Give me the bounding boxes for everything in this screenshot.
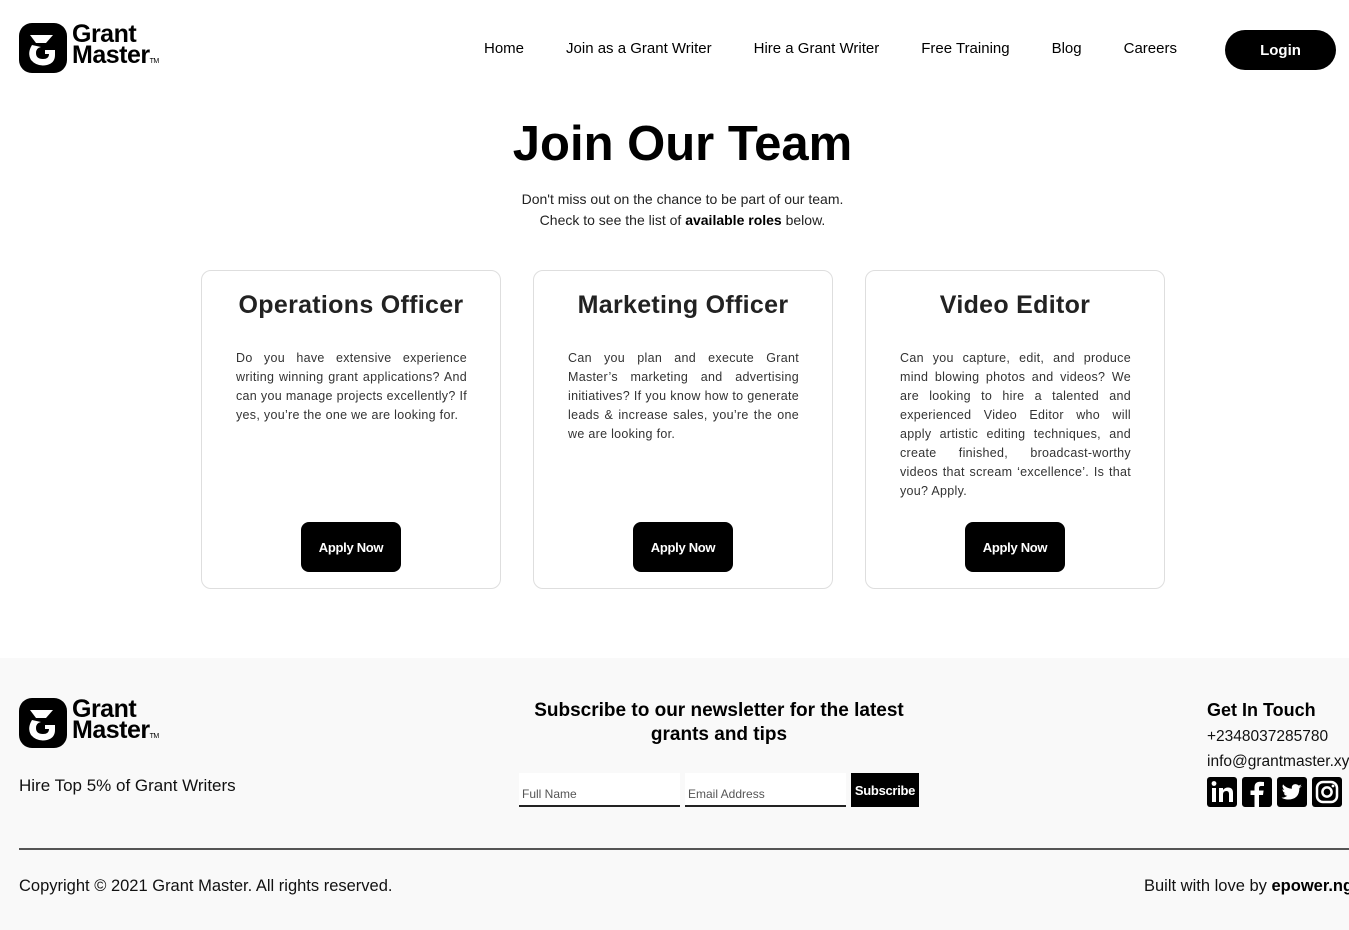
site-header: Grant MasterTM Home Join as a Grant Writ… — [0, 0, 1349, 100]
epower-link[interactable]: epower.ng — [1271, 877, 1349, 895]
footer-tagline: Hire Top 5% of Grant Writers — [19, 776, 236, 795]
header-logo[interactable]: Grant MasterTM — [19, 22, 160, 73]
get-in-touch-heading: Get In Touch — [1207, 700, 1316, 720]
nav-free-training[interactable]: Free Training — [921, 40, 1009, 57]
email-address-input[interactable] — [685, 773, 846, 807]
site-footer: Grant MasterTM Hire Top 5% of Grant Writ… — [0, 658, 1349, 930]
nav-home[interactable]: Home — [484, 40, 524, 57]
nav-hire-writer[interactable]: Hire a Grant Writer — [754, 40, 880, 57]
linkedin-icon[interactable] — [1207, 777, 1237, 807]
role-title: Operations Officer — [238, 291, 464, 319]
newsletter-title: Subscribe to our newsletter for the late… — [534, 700, 904, 745]
copyright-text: Copyright © 2021 Grant Master. All right… — [19, 877, 393, 895]
brand-tm: TM — [149, 58, 160, 65]
grant-master-logo-icon — [19, 698, 67, 748]
brand-wordmark: Grant MasterTM — [72, 695, 159, 744]
social-links — [1207, 777, 1347, 807]
role-card-operations-officer: Operations Officer Do you have extensive… — [201, 270, 501, 589]
role-title: Marketing Officer — [577, 291, 789, 319]
role-description: Do you have extensive experience writing… — [236, 351, 467, 422]
footer-logo[interactable]: Grant MasterTM — [19, 695, 159, 748]
apply-now-button[interactable]: Apply Now — [633, 522, 733, 572]
nav-join-writer[interactable]: Join as a Grant Writer — [566, 40, 712, 57]
built-by-credit: Built with love by epower.ng — [1144, 877, 1349, 896]
role-description: Can you plan and execute Grant Master’s … — [568, 351, 799, 441]
main-nav: Home Join as a Grant Writer Hire a Grant… — [484, 40, 1177, 57]
full-name-input[interactable] — [519, 773, 680, 807]
role-card-marketing-officer: Marketing Officer Can you plan and execu… — [533, 270, 833, 589]
available-roles-emphasis: available roles — [685, 212, 782, 228]
login-button[interactable]: Login — [1225, 30, 1336, 70]
role-title: Video Editor — [939, 291, 1091, 319]
brand-wordmark: Grant MasterTM — [72, 22, 160, 72]
grant-master-logo-icon — [19, 23, 67, 73]
footer-divider — [19, 848, 1349, 850]
apply-now-button[interactable]: Apply Now — [965, 522, 1065, 572]
page-title: Join Our Team — [512, 117, 853, 171]
nav-careers[interactable]: Careers — [1124, 40, 1177, 57]
hero-subtitle-line-1: Don't miss out on the chance to be part … — [521, 191, 844, 207]
brand-line-2: Master — [72, 41, 150, 69]
twitter-icon[interactable] — [1277, 777, 1307, 807]
hero-subtitle: Don't miss out on the chance to be part … — [0, 189, 1349, 231]
instagram-icon[interactable] — [1312, 777, 1342, 807]
nav-blog[interactable]: Blog — [1052, 40, 1082, 57]
role-card-video-editor: Video Editor Can you capture, edit, and … — [865, 270, 1165, 589]
facebook-icon[interactable] — [1242, 777, 1272, 807]
contact-phone[interactable]: +2348037285780 — [1207, 728, 1328, 746]
role-description: Can you capture, edit, and produce mind … — [900, 351, 1131, 498]
subscribe-button[interactable]: Subscribe — [851, 773, 919, 807]
apply-now-button[interactable]: Apply Now — [301, 522, 401, 572]
hero-subtitle-line-2: Check to see the list of available roles… — [539, 212, 826, 228]
contact-email[interactable]: info@grantmaster.xyz — [1207, 753, 1349, 771]
